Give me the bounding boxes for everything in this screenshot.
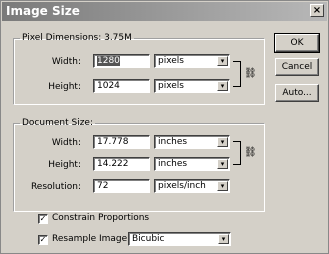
title-bar[interactable]: Image Size × xyxy=(2,2,327,21)
check-icon: ✓ xyxy=(39,214,47,223)
doc-width-value: 17.778 xyxy=(97,137,129,147)
pixel-width-unit: pixels xyxy=(158,56,184,66)
pixel-height-input[interactable]: 1024 xyxy=(93,79,150,93)
constrain-proportions-checkbox[interactable]: ✓ xyxy=(38,214,48,224)
resample-image-label: Resample Image: xyxy=(52,234,131,244)
pixel-width-input[interactable]: 1280 xyxy=(93,54,150,68)
pixel-height-unit: pixels xyxy=(158,81,184,91)
pixel-width-unit-select[interactable]: pixels ▾ xyxy=(154,54,230,68)
pixel-link-bracket xyxy=(233,61,241,87)
resolution-label: Resolution: xyxy=(30,182,81,192)
ok-button[interactable]: OK xyxy=(274,33,320,53)
resample-image-checkbox[interactable]: ✓ xyxy=(38,235,48,245)
close-button[interactable]: × xyxy=(310,4,324,17)
doc-link-bracket xyxy=(233,141,241,165)
resolution-unit: pixels/inch xyxy=(158,181,206,191)
pixel-width-label: Width: xyxy=(51,57,81,67)
pixel-height-unit-select[interactable]: pixels ▾ xyxy=(154,79,230,93)
resample-method-select[interactable]: Bicubic ▾ xyxy=(128,232,231,246)
doc-height-unit-select[interactable]: inches ▾ xyxy=(154,157,230,171)
resample-method: Bicubic xyxy=(132,234,165,244)
doc-height-value: 14.222 xyxy=(97,159,129,169)
close-icon: × xyxy=(312,5,322,16)
image-size-dialog: Image Size × Pixel Dimensions: 3.75M Wid… xyxy=(0,0,329,254)
pixel-dimensions-group: Pixel Dimensions: 3.75M xyxy=(13,33,265,105)
pixel-height-value: 1024 xyxy=(97,81,120,91)
pixel-dimensions-legend: Pixel Dimensions: 3.75M xyxy=(22,33,132,43)
pixel-width-value: 1280 xyxy=(97,56,120,66)
chevron-down-icon: ▾ xyxy=(217,81,228,91)
resolution-unit-select[interactable]: pixels/inch ▾ xyxy=(154,179,230,193)
resolution-input[interactable]: 72 xyxy=(93,179,150,193)
auto-button[interactable]: Auto... xyxy=(275,84,319,102)
pixel-height-label: Height: xyxy=(48,82,81,92)
doc-width-unit-select[interactable]: inches ▾ xyxy=(154,135,230,149)
link-icon: ⛓ xyxy=(244,68,257,79)
doc-width-unit: inches xyxy=(158,137,188,147)
chevron-down-icon: ▾ xyxy=(217,137,228,147)
document-size-legend: Document Size: xyxy=(22,118,93,128)
resolution-value: 72 xyxy=(97,181,109,191)
constrain-proportions-label: Constrain Proportions xyxy=(52,213,150,223)
chevron-down-icon: ▾ xyxy=(217,159,228,169)
doc-height-input[interactable]: 14.222 xyxy=(93,157,150,171)
cancel-button[interactable]: Cancel xyxy=(275,58,319,76)
check-icon: ✓ xyxy=(39,235,47,244)
doc-height-unit: inches xyxy=(158,159,188,169)
chevron-down-icon: ▾ xyxy=(217,181,228,191)
doc-height-label: Height: xyxy=(48,160,81,170)
link-icon: ⛓ xyxy=(244,147,257,158)
doc-width-label: Width: xyxy=(51,138,81,148)
dialog-title: Image Size xyxy=(6,4,80,18)
doc-width-input[interactable]: 17.778 xyxy=(93,135,150,149)
chevron-down-icon: ▾ xyxy=(218,234,229,244)
chevron-down-icon: ▾ xyxy=(217,56,228,66)
